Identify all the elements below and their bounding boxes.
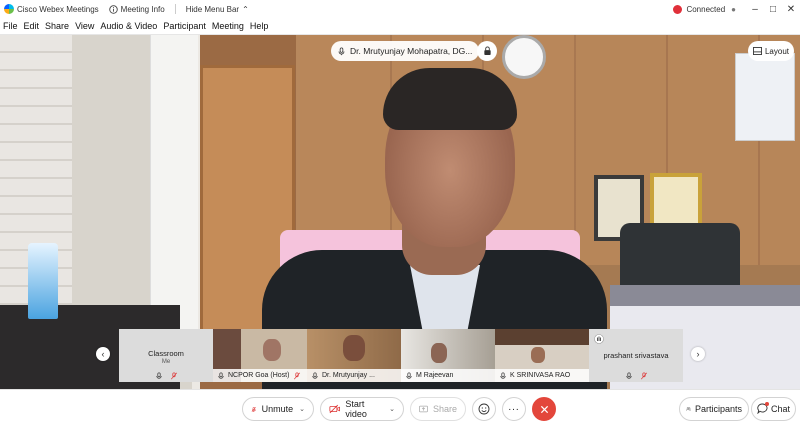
more-options-button[interactable]: ... xyxy=(502,397,526,421)
unmute-label: Unmute xyxy=(261,404,294,414)
minimize-button[interactable]: – xyxy=(746,4,764,15)
lock-icon xyxy=(483,46,491,56)
microphone-icon xyxy=(312,371,318,379)
video-background xyxy=(28,243,58,319)
participant-tile[interactable]: Dr. Mrutyunjay ... xyxy=(307,329,401,382)
info-icon xyxy=(108,4,118,14)
share-label: Share xyxy=(432,404,457,414)
start-video-button[interactable]: Start video ⌄ xyxy=(320,397,404,421)
speaker-figure xyxy=(383,68,517,130)
active-speaker-name-pill: Dr. Mrutyunjay Mohapatra, DG... xyxy=(331,41,480,61)
hide-menu-bar-label: Hide Menu Bar xyxy=(185,4,240,14)
menu-bar: File Edit Share View Audio & Video Parti… xyxy=(0,18,800,35)
raise-hand-icon xyxy=(594,334,604,344)
connection-status-icon xyxy=(673,4,683,14)
video-thumbnail xyxy=(343,335,365,361)
muted-mic-icon xyxy=(640,371,647,379)
microphone-icon xyxy=(218,371,224,379)
participant-tile[interactable]: M Rajeevan xyxy=(401,329,495,382)
chevron-right-icon: › xyxy=(696,349,700,359)
video-background xyxy=(150,35,198,335)
muted-mic-icon xyxy=(294,371,301,379)
maximize-button[interactable]: □ xyxy=(764,4,782,15)
video-background xyxy=(650,173,702,227)
microphone-icon xyxy=(406,371,412,379)
menu-view[interactable]: View xyxy=(75,21,94,31)
muted-mic-icon xyxy=(170,371,177,379)
menu-share[interactable]: Share xyxy=(45,21,69,31)
participant-sub: Me xyxy=(161,359,171,365)
layout-button[interactable]: Layout xyxy=(748,41,794,61)
hide-menu-bar-button[interactable]: Hide Menu Bar ⌃ xyxy=(186,5,249,14)
participant-tile[interactable]: NCPOR Goa (Host) xyxy=(213,329,307,382)
participant-name: K SRINIVASA RAO xyxy=(510,372,571,379)
chevron-left-icon: ‹ xyxy=(101,349,105,359)
active-speaker-name: Dr. Mrutyunjay Mohapatra, DG... xyxy=(350,46,473,56)
video-thumbnail xyxy=(531,347,545,363)
video-off-icon xyxy=(329,404,340,414)
microphone-icon xyxy=(155,371,162,379)
filmstrip-prev-button[interactable]: ‹ xyxy=(96,347,110,361)
video-thumbnail xyxy=(431,343,447,363)
chat-icon-wrap xyxy=(757,401,769,416)
video-thumbnail xyxy=(263,339,281,361)
chevron-down-icon[interactable]: ⌄ xyxy=(299,405,305,413)
filmstrip-next-button[interactable]: › xyxy=(691,347,705,361)
connection-indicator-icon: ● xyxy=(731,4,736,14)
participant-name: Classroom xyxy=(148,349,184,358)
menu-file[interactable]: File xyxy=(3,21,18,31)
menu-audio-video[interactable]: Audio & Video xyxy=(100,21,157,31)
lock-video-button[interactable] xyxy=(477,41,497,61)
menu-meeting[interactable]: Meeting xyxy=(212,21,244,31)
video-background xyxy=(502,35,546,79)
chevron-down-icon[interactable]: ⌄ xyxy=(389,405,395,413)
microphone-icon xyxy=(625,371,632,379)
participant-name: M Rajeevan xyxy=(416,372,454,379)
close-icon xyxy=(540,405,548,413)
meeting-info-label: Meeting Info xyxy=(120,4,165,14)
smiley-icon xyxy=(478,403,490,415)
participant-tile[interactable]: Classroom Me xyxy=(119,329,213,382)
meeting-controls-bar: Unmute ⌄ Start video ⌄ Share ... Partici… xyxy=(0,389,800,426)
meeting-info-button[interactable]: Meeting Info xyxy=(108,4,165,14)
participant-tile[interactable]: prashant srivastava xyxy=(589,329,683,382)
more-icon: ... xyxy=(508,401,520,413)
menu-edit[interactable]: Edit xyxy=(24,21,40,31)
layout-icon xyxy=(753,47,762,55)
chat-button[interactable]: Chat xyxy=(751,397,796,421)
microphone-icon xyxy=(500,371,506,379)
close-button[interactable]: ✕ xyxy=(782,4,800,15)
participants-label: Participants xyxy=(694,404,742,414)
menu-participant[interactable]: Participant xyxy=(163,21,206,31)
chevron-up-icon: ⌃ xyxy=(242,4,249,14)
chat-label: Chat xyxy=(771,404,791,414)
menu-help[interactable]: Help xyxy=(250,21,269,31)
notification-dot-icon xyxy=(765,401,769,406)
microphone-icon xyxy=(338,46,345,55)
reactions-button[interactable] xyxy=(472,397,496,421)
participants-button[interactable]: Participants xyxy=(679,397,749,421)
app-title: Cisco Webex Meetings xyxy=(17,4,99,14)
video-background xyxy=(735,53,795,141)
leave-meeting-button[interactable] xyxy=(532,397,556,421)
connection-status: Connected xyxy=(686,4,726,14)
participant-name: NCPOR Goa (Host) xyxy=(228,372,290,379)
participant-name: Dr. Mrutyunjay ... xyxy=(322,372,375,379)
title-bar: Cisco Webex Meetings Meeting Info Hide M… xyxy=(0,0,800,18)
title-divider xyxy=(174,4,176,14)
layout-label: Layout xyxy=(764,46,790,56)
share-button[interactable]: Share xyxy=(410,397,466,421)
participants-icon xyxy=(686,407,691,411)
muted-mic-icon xyxy=(251,406,256,412)
unmute-button[interactable]: Unmute ⌄ xyxy=(242,397,314,421)
participant-name: prashant srivastava xyxy=(603,351,669,360)
webex-logo-icon xyxy=(4,4,14,14)
start-video-label: Start video xyxy=(345,399,367,419)
share-icon xyxy=(419,405,428,413)
participant-tile[interactable]: K SRINIVASA RAO xyxy=(495,329,589,382)
